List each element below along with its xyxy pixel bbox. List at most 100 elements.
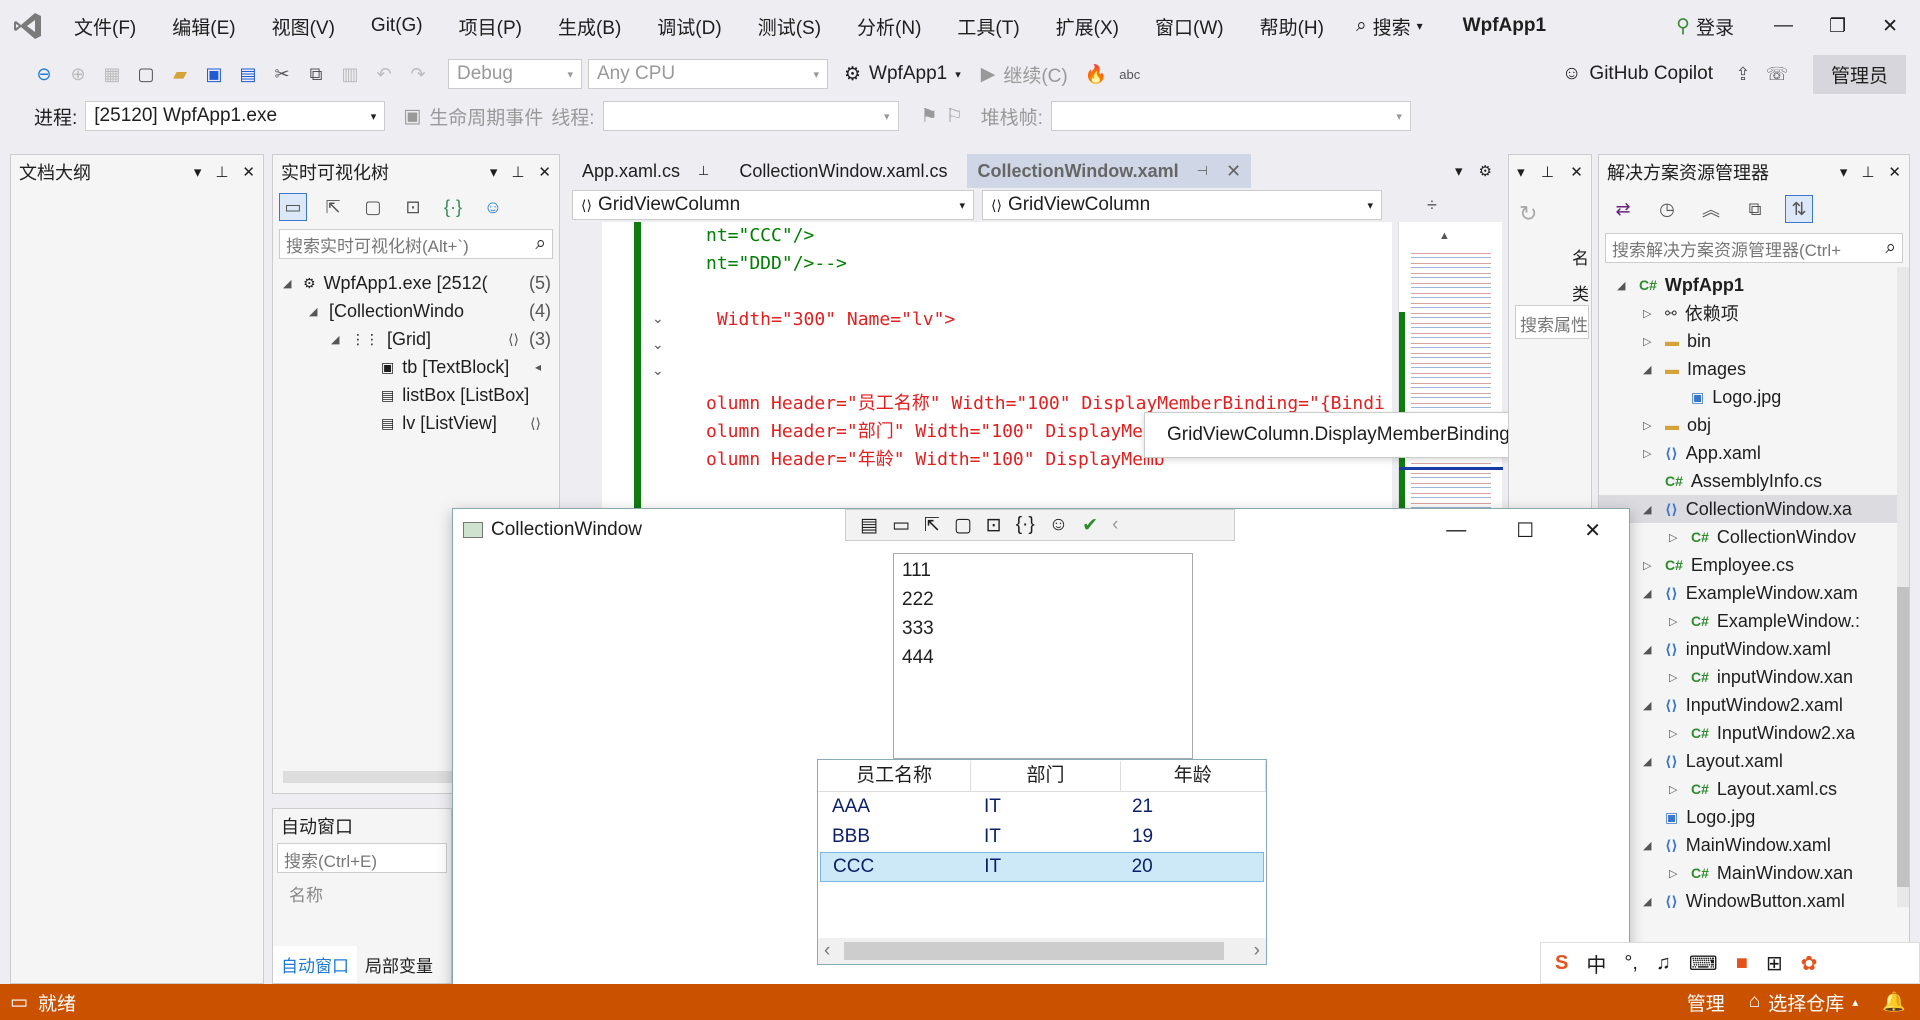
sync-icon[interactable]: ⇅ bbox=[1785, 195, 1813, 223]
save-all-icon[interactable]: ▤ bbox=[234, 60, 262, 88]
forward-icon[interactable]: ⊕ bbox=[64, 60, 92, 88]
expand-arrow-icon[interactable]: ▷ bbox=[1643, 447, 1657, 460]
tab-app-xaml-cs[interactable]: App.xaml.cs ⊥ bbox=[572, 161, 719, 182]
list-view-hscrollbar[interactable]: ‹ › bbox=[818, 938, 1266, 964]
menu-item[interactable]: 调试(D) bbox=[639, 13, 739, 40]
expand-arrow-icon[interactable]: ◢ bbox=[283, 277, 295, 290]
keyboard-icon[interactable]: ⌨ bbox=[1689, 951, 1718, 976]
tab-collectionwindow-xaml-cs[interactable]: CollectionWindow.xaml.cs bbox=[719, 161, 967, 182]
thread-select[interactable]: ▾ bbox=[602, 101, 899, 131]
live-tree-row[interactable]: ▣ tb [TextBlock] ◂ bbox=[273, 353, 559, 381]
ime-language-toggle[interactable]: 中 bbox=[1586, 949, 1606, 978]
vs-logo-icon[interactable] bbox=[0, 0, 56, 52]
solution-item[interactable]: ◢ ⟨⟩ ExampleWindow.xam bbox=[1599, 579, 1909, 607]
mascot-icon[interactable]: ✿ bbox=[1801, 951, 1818, 976]
tab-auto-window[interactable]: 自动窗口 bbox=[273, 946, 357, 983]
pin-icon[interactable]: ⊥ bbox=[511, 163, 524, 181]
config-select[interactable]: Debug ▾ bbox=[448, 59, 582, 89]
live-tree-row[interactable]: ◢ ⚙ WpfApp1.exe [2512((5) bbox=[273, 269, 559, 297]
table-row[interactable]: BBB IT 19 bbox=[820, 822, 1264, 852]
microphone-icon[interactable]: ♫ bbox=[1656, 952, 1671, 975]
minimize-icon[interactable]: — bbox=[1774, 15, 1793, 37]
expand-arrow-icon[interactable]: ▷ bbox=[1669, 531, 1683, 544]
list-box-item[interactable]: 111 bbox=[902, 556, 1184, 585]
track-focus-icon[interactable]: ⊡ bbox=[399, 193, 427, 221]
cut-icon[interactable]: ✂ bbox=[268, 60, 296, 88]
share-icon[interactable]: ⇪ bbox=[1729, 60, 1757, 88]
menu-item[interactable]: 文件(F) bbox=[56, 13, 154, 40]
solution-search-input[interactable]: 搜索解决方案资源管理器(Ctrl+ ⌕ bbox=[1605, 233, 1903, 263]
solution-item[interactable]: ▷ C# inputWindow.xan bbox=[1599, 663, 1909, 691]
list-box-item[interactable]: 222 bbox=[902, 585, 1184, 614]
solution-item[interactable]: ▷ C# InputWindow2.xa bbox=[1599, 719, 1909, 747]
solution-item[interactable]: ◢ ⟨⟩ InputWindow2.xaml bbox=[1599, 691, 1909, 719]
solution-item[interactable]: ▣ Logo.jpg bbox=[1599, 383, 1909, 411]
tab-list-icon[interactable]: ▾ bbox=[1455, 162, 1463, 180]
menu-item[interactable]: 分析(N) bbox=[839, 13, 939, 40]
solution-item[interactable]: ▷ ▬ obj bbox=[1599, 411, 1909, 439]
stackframe-select[interactable]: ▾ bbox=[1050, 101, 1411, 131]
expand-arrow-icon[interactable]: ◢ bbox=[1643, 643, 1657, 656]
list-box[interactable]: 111 222 333 444 bbox=[893, 553, 1193, 759]
expand-arrow-icon[interactable]: ▷ bbox=[1643, 307, 1657, 320]
display-adorners-icon[interactable]: ▢ bbox=[954, 514, 972, 537]
pin-icon[interactable]: ⊥ bbox=[698, 163, 709, 179]
solution-item[interactable]: ◢ ▬ Images bbox=[1599, 355, 1909, 383]
scroll-left-icon[interactable]: ‹ bbox=[824, 940, 830, 962]
paste-icon[interactable]: ▥ bbox=[336, 60, 364, 88]
expand-arrow-icon[interactable]: ▷ bbox=[1643, 559, 1657, 572]
video-icon[interactable]: ▭ bbox=[892, 514, 910, 537]
live-tree-row[interactable]: ◢ ⋮⋮ [Grid] ⟨⟩ (3) bbox=[273, 325, 559, 353]
tab-collectionwindow-xaml[interactable]: CollectionWindow.xaml ⊣ ✕ bbox=[967, 154, 1252, 188]
search-button[interactable]: ⌕ 搜索 ▾ bbox=[1356, 13, 1423, 40]
live-tree-row[interactable]: ◢ [CollectionWindo (4) bbox=[273, 297, 559, 325]
feedback-icon[interactable]: ☏ bbox=[1763, 60, 1791, 88]
expand-arrow-icon[interactable]: ◢ bbox=[1643, 839, 1657, 852]
status-manage[interactable]: 管理 bbox=[1687, 989, 1725, 1016]
menu-item[interactable]: 编辑(E) bbox=[154, 13, 253, 40]
menu-item[interactable]: 项目(P) bbox=[441, 13, 540, 40]
accessibility-icon[interactable]: ☺ bbox=[479, 193, 507, 221]
skin-icon[interactable]: ■ bbox=[1736, 952, 1748, 975]
undo-icon[interactable]: ↶ bbox=[370, 60, 398, 88]
back-icon[interactable]: ⊖ bbox=[30, 60, 58, 88]
copilot-button[interactable]: ☺ GitHub Copilot bbox=[1562, 63, 1713, 85]
show-app-toolbar-icon[interactable]: ▭ bbox=[279, 193, 307, 221]
toolbox-icon[interactable]: ⊞ bbox=[1766, 951, 1783, 976]
expand-arrow-icon[interactable]: ◢ bbox=[1643, 503, 1657, 516]
solution-item[interactable]: ◢ ⟨⟩ Layout.xaml bbox=[1599, 747, 1909, 775]
column-header[interactable]: 年龄 bbox=[1121, 760, 1266, 791]
copy-icon[interactable]: ⧉ bbox=[302, 60, 330, 88]
solution-item[interactable]: ▷ ⚯ 依赖项 bbox=[1599, 299, 1909, 327]
solution-item[interactable]: ▷ C# Layout.xaml.cs bbox=[1599, 775, 1909, 803]
expand-arrow-icon[interactable]: ◢ bbox=[1643, 363, 1657, 376]
restore-icon[interactable]: ❐ bbox=[1829, 15, 1846, 38]
expand-arrow-icon[interactable]: ◢ bbox=[1643, 895, 1657, 908]
solution-item[interactable]: ▣ Logo.jpg bbox=[1599, 803, 1909, 831]
solution-item[interactable]: ◢ ⟨⟩ WindowButton.xaml bbox=[1599, 887, 1909, 915]
close-icon[interactable]: ✕ bbox=[1888, 163, 1901, 181]
chevron-down-icon[interactable]: ▾ bbox=[1840, 163, 1848, 181]
expand-arrow-icon[interactable]: ▷ bbox=[1669, 783, 1683, 796]
pin-icon[interactable]: ⊥ bbox=[215, 163, 228, 181]
scrollbar-thumb[interactable] bbox=[1897, 587, 1909, 887]
refresh-icon[interactable]: ↻ bbox=[1509, 189, 1591, 239]
solution-item[interactable]: C# AssemblyInfo.cs bbox=[1599, 467, 1909, 495]
flag-threads-icon[interactable]: ⚐ bbox=[946, 105, 963, 128]
nav-type-select[interactable]: ⟨⟩ GridViewColumn ▾ bbox=[572, 190, 974, 220]
continue-button[interactable]: ▶ 继续(C) bbox=[981, 61, 1068, 88]
redo-icon[interactable]: ↷ bbox=[404, 60, 432, 88]
expand-arrow-icon[interactable]: ▷ bbox=[1643, 335, 1657, 348]
chevron-down-icon[interactable]: ▾ bbox=[490, 163, 498, 181]
solution-item[interactable]: ▷ ⟨⟩ App.xaml bbox=[1599, 439, 1909, 467]
list-box-item[interactable]: 333 bbox=[902, 614, 1184, 643]
scrollbar-thumb[interactable] bbox=[844, 942, 1224, 960]
element-link-icon[interactable]: ⟨⟩ bbox=[508, 331, 519, 348]
live-tree-row[interactable]: ▤ lv [ListView] ⟨⟩ bbox=[273, 409, 559, 437]
accessibility-icon[interactable]: ☺ bbox=[1049, 514, 1068, 536]
spellcheck-icon[interactable]: abc bbox=[1116, 60, 1144, 88]
list-box-item[interactable]: 444 bbox=[902, 643, 1184, 672]
display-adorners-icon[interactable]: ▢ bbox=[359, 193, 387, 221]
close-icon[interactable]: ✕ bbox=[1584, 518, 1601, 543]
platform-select[interactable]: Any CPU ▾ bbox=[588, 59, 828, 89]
